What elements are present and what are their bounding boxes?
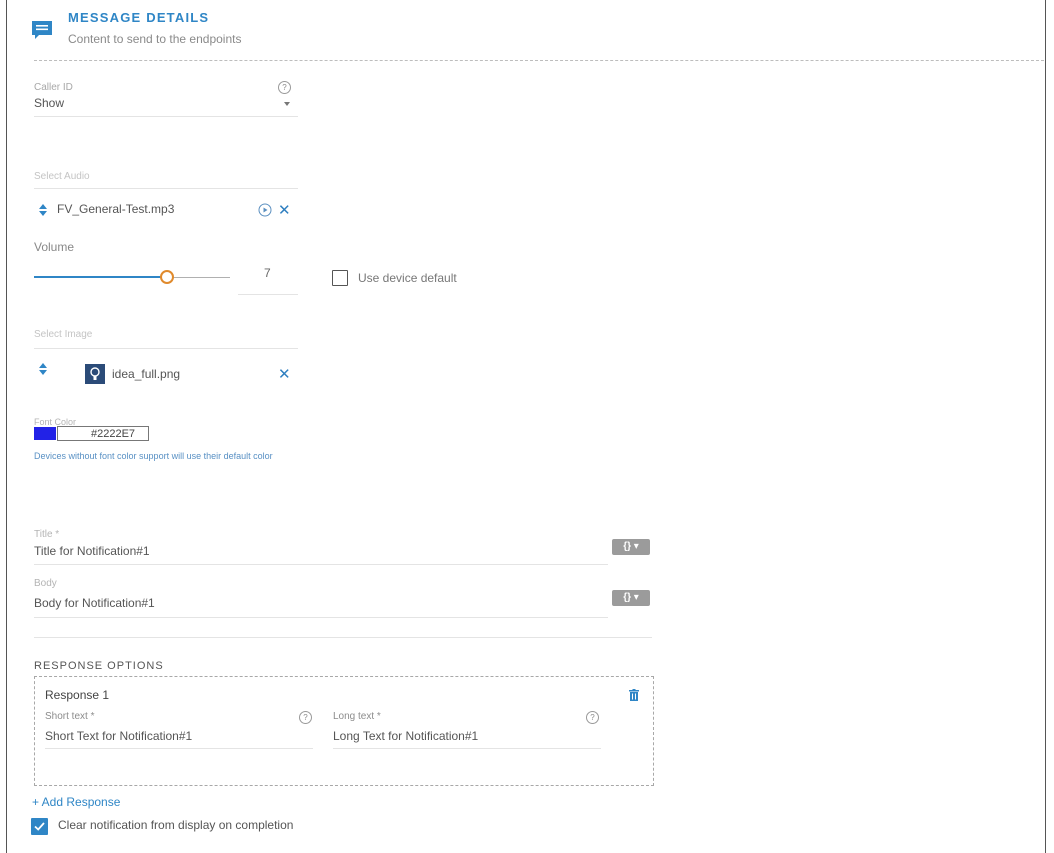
long-text-label: Long text * — [333, 711, 381, 722]
audio-file-name: FV_General-Test.mp3 — [57, 202, 175, 216]
short-text-label: Short text * — [45, 711, 95, 722]
title-label: Title * — [34, 529, 60, 540]
font-color-swatch[interactable] — [34, 427, 56, 440]
long-text-underline — [333, 748, 601, 749]
message-icon — [32, 21, 52, 39]
add-response-link[interactable]: + Add Response — [32, 795, 120, 809]
title-variable-button[interactable]: {} ▾ — [612, 539, 650, 555]
section-divider — [34, 637, 652, 638]
use-device-default-checkbox[interactable] — [332, 270, 348, 286]
image-thumbnail-icon — [85, 364, 105, 384]
select-audio-underline — [34, 188, 298, 189]
use-device-default-label: Use device default — [358, 271, 457, 285]
image-file-name: idea_full.png — [112, 367, 181, 381]
short-text-input[interactable]: Short Text for Notification#1 — [45, 729, 192, 743]
volume-slider-track — [172, 277, 230, 278]
long-text-input[interactable]: Long Text for Notification#1 — [333, 729, 478, 743]
title-underline — [34, 564, 608, 565]
clear-notification-checkbox[interactable] — [31, 818, 48, 835]
long-text-help-icon[interactable]: ? — [586, 711, 599, 724]
remove-image-close-icon[interactable]: ✕ — [278, 367, 291, 382]
response-options-title: RESPONSE OPTIONS — [34, 660, 164, 672]
trash-icon[interactable] — [629, 689, 639, 701]
font-color-input[interactable]: #2222E7 — [57, 426, 149, 441]
body-input[interactable]: Body for Notification#1 — [34, 596, 155, 610]
select-image-label: Select Image — [34, 329, 93, 340]
select-image-underline — [34, 348, 298, 349]
play-icon[interactable] — [258, 203, 272, 217]
volume-value-input[interactable]: 7 — [264, 266, 271, 280]
select-audio-label: Select Audio — [34, 171, 90, 182]
sort-arrows-icon[interactable] — [39, 204, 47, 216]
title-input[interactable]: Title for Notification#1 — [34, 544, 150, 558]
caller-id-select[interactable]: Show — [34, 96, 64, 110]
header-divider — [34, 60, 1044, 61]
caller-id-underline — [34, 116, 298, 117]
body-label: Body — [34, 578, 57, 589]
clear-notification-label: Clear notification from display on compl… — [58, 818, 294, 832]
sort-arrows-icon[interactable] — [39, 363, 47, 375]
body-underline — [34, 617, 608, 618]
body-variable-button[interactable]: {} ▾ — [612, 590, 650, 606]
font-color-note: Devices without font color support will … — [34, 451, 273, 461]
volume-slider-thumb[interactable] — [160, 270, 174, 284]
caller-id-label: Caller ID — [34, 82, 73, 93]
short-text-underline — [45, 748, 313, 749]
volume-value-underline — [238, 294, 298, 295]
short-text-help-icon[interactable]: ? — [299, 711, 312, 724]
section-subtitle: Content to send to the endpoints — [68, 32, 242, 46]
response-title: Response 1 — [45, 688, 110, 702]
chevron-down-icon[interactable] — [284, 102, 290, 106]
volume-label: Volume — [34, 240, 75, 254]
volume-slider-fill — [34, 276, 162, 278]
section-title: MESSAGE DETAILS — [68, 10, 210, 25]
help-icon[interactable]: ? — [278, 81, 291, 94]
remove-audio-close-icon[interactable]: ✕ — [278, 203, 291, 218]
